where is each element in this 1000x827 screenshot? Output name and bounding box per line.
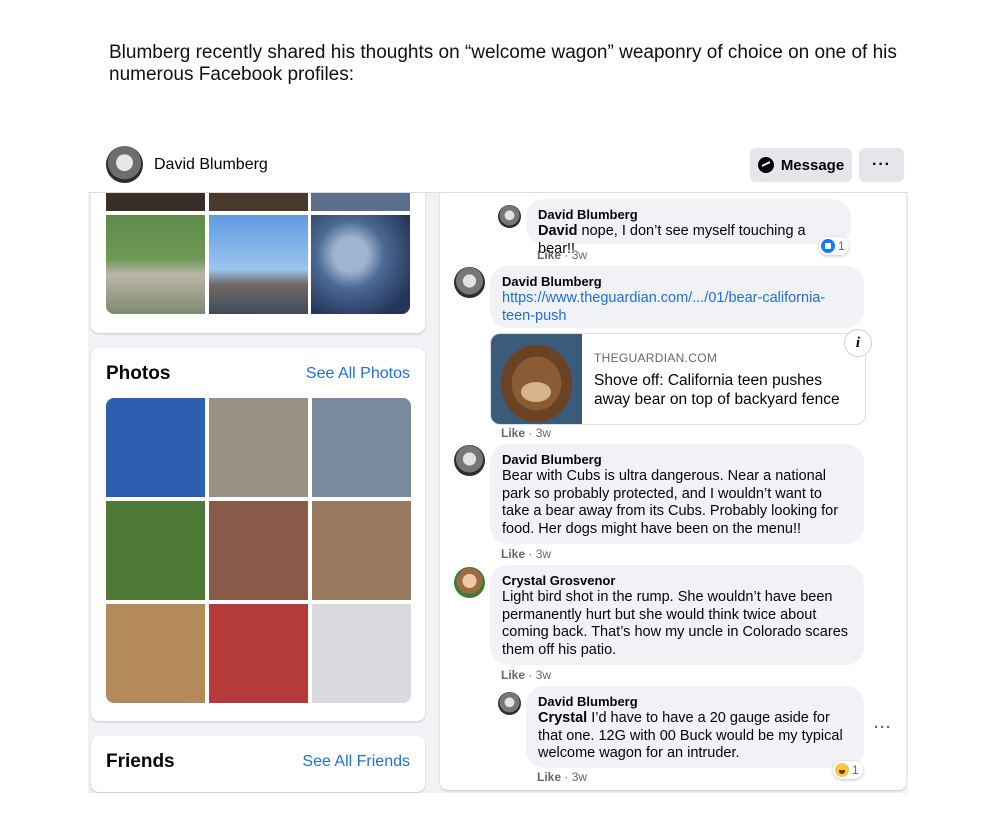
featured-photo[interactable] [106,193,205,211]
comment-time[interactable]: 3w [572,770,587,784]
mention-tag[interactable]: David [538,223,578,239]
comment-author[interactable]: Crystal Grosvenor [502,572,852,589]
link-preview-image [491,334,582,424]
friends-card: Friends See All Friends [91,736,425,792]
like-action[interactable]: Like [501,426,525,440]
comment-author[interactable]: David Blumberg [538,206,839,223]
comment-meta: Like · 3w [537,248,588,262]
photos-card: Photos See All Photos [91,348,425,721]
comment-options-button[interactable]: ··· [874,719,892,736]
photo-garden-fence[interactable] [106,501,205,600]
intro-paragraph: Blumberg recently shared his thoughts on… [109,42,897,85]
photo-framed-art[interactable] [209,501,308,600]
profile-name[interactable]: David Blumberg [154,156,268,174]
comment-text: Bear with Cubs is ultra dangerous. Near … [502,468,839,537]
like-action[interactable]: Like [501,668,525,682]
message-button-label: Message [780,156,845,174]
featured-photo[interactable] [311,193,410,211]
see-all-friends-link[interactable]: See All Friends [302,753,410,771]
featured-photos-card [91,193,425,333]
comment-bubble: David Blumberg Crystal I’d have to have … [526,686,864,768]
haha-reaction-icon [835,763,849,777]
comment-time[interactable]: 3w [536,547,551,561]
comment-meta: Like · 3w [501,547,552,561]
info-icon[interactable]: i [844,329,872,357]
comments-card: David Blumberg David nope, I don’t see m… [440,193,906,790]
comment-time[interactable]: 3w [536,426,551,440]
see-all-photos-link[interactable]: See All Photos [306,365,410,383]
reaction-count: 1 [852,763,859,777]
like-action[interactable]: Like [537,770,561,784]
comment-text: Crystal I’d have to have a 20 gauge asid… [538,710,852,763]
profile-header: David Blumberg Message ··· [88,140,908,193]
link-preview-title: Shove off: California teen pushes away b… [594,372,840,408]
comment-author[interactable]: David Blumberg [538,693,852,710]
like-action[interactable]: Like [501,547,525,561]
photo-trumpet-player[interactable] [106,604,205,703]
comment-author[interactable]: David Blumberg [502,451,852,468]
featured-photo[interactable] [209,193,308,211]
comment-time[interactable]: 3w [536,668,551,682]
comment-bubble: Crystal Grosvenor Light bird shot in the… [490,565,864,665]
facebook-screenshot: David Blumberg Message ··· Photos See Al… [88,140,908,793]
comment-bubble: David Blumberg https://www.theguardian.c… [490,266,864,328]
avatar[interactable] [454,267,485,298]
comment-meta: Like · 3w [537,770,588,784]
mention-tag[interactable]: Crystal [538,710,587,726]
comment-text: Light bird shot in the rump. She wouldn’… [502,589,849,658]
reaction-badge[interactable]: 1 [833,761,863,779]
like-reaction-icon [821,239,835,253]
photos-title: Photos [106,363,171,384]
photo-city-skyline-sunset[interactable] [312,501,411,600]
comment-author[interactable]: David Blumberg [502,273,852,290]
featured-photo-mansion[interactable] [106,215,205,314]
featured-photo-city-bridge[interactable] [209,215,308,314]
photo-man-israel-sign[interactable] [312,398,411,497]
avatar[interactable] [454,567,485,598]
more-options-button[interactable]: ··· [859,148,904,182]
reaction-count: 1 [838,239,845,253]
comment-link[interactable]: https://www.theguardian.com/.../01/bear-… [502,290,842,325]
like-action[interactable]: Like [537,248,561,262]
reaction-badge[interactable]: 1 [819,237,849,255]
photo-man-tshirt[interactable] [209,398,308,497]
photo-social-post[interactable] [312,604,411,703]
comment-bubble: David Blumberg David nope, I don’t see m… [526,199,851,257]
link-preview-card[interactable]: THEGUARDIAN.COM Shove off: California te… [490,333,866,425]
comment-meta: Like · 3w [501,668,552,682]
comment-bubble: David Blumberg Bear with Cubs is ultra d… [490,444,864,544]
messenger-icon [757,157,774,173]
avatar[interactable] [498,692,521,715]
comment-meta: Like · 3w [501,426,552,440]
photo-red-flowers[interactable] [209,604,308,703]
comment-time[interactable]: 3w [572,248,587,262]
friends-title: Friends [106,751,175,772]
link-preview-domain: THEGUARDIAN.COM [594,351,718,365]
featured-photo-clouds[interactable] [311,215,410,314]
avatar[interactable] [106,146,143,183]
message-button[interactable]: Message [750,148,852,182]
avatar[interactable] [498,205,521,228]
avatar[interactable] [454,445,485,476]
photo-blue-sports-car[interactable] [106,398,205,497]
